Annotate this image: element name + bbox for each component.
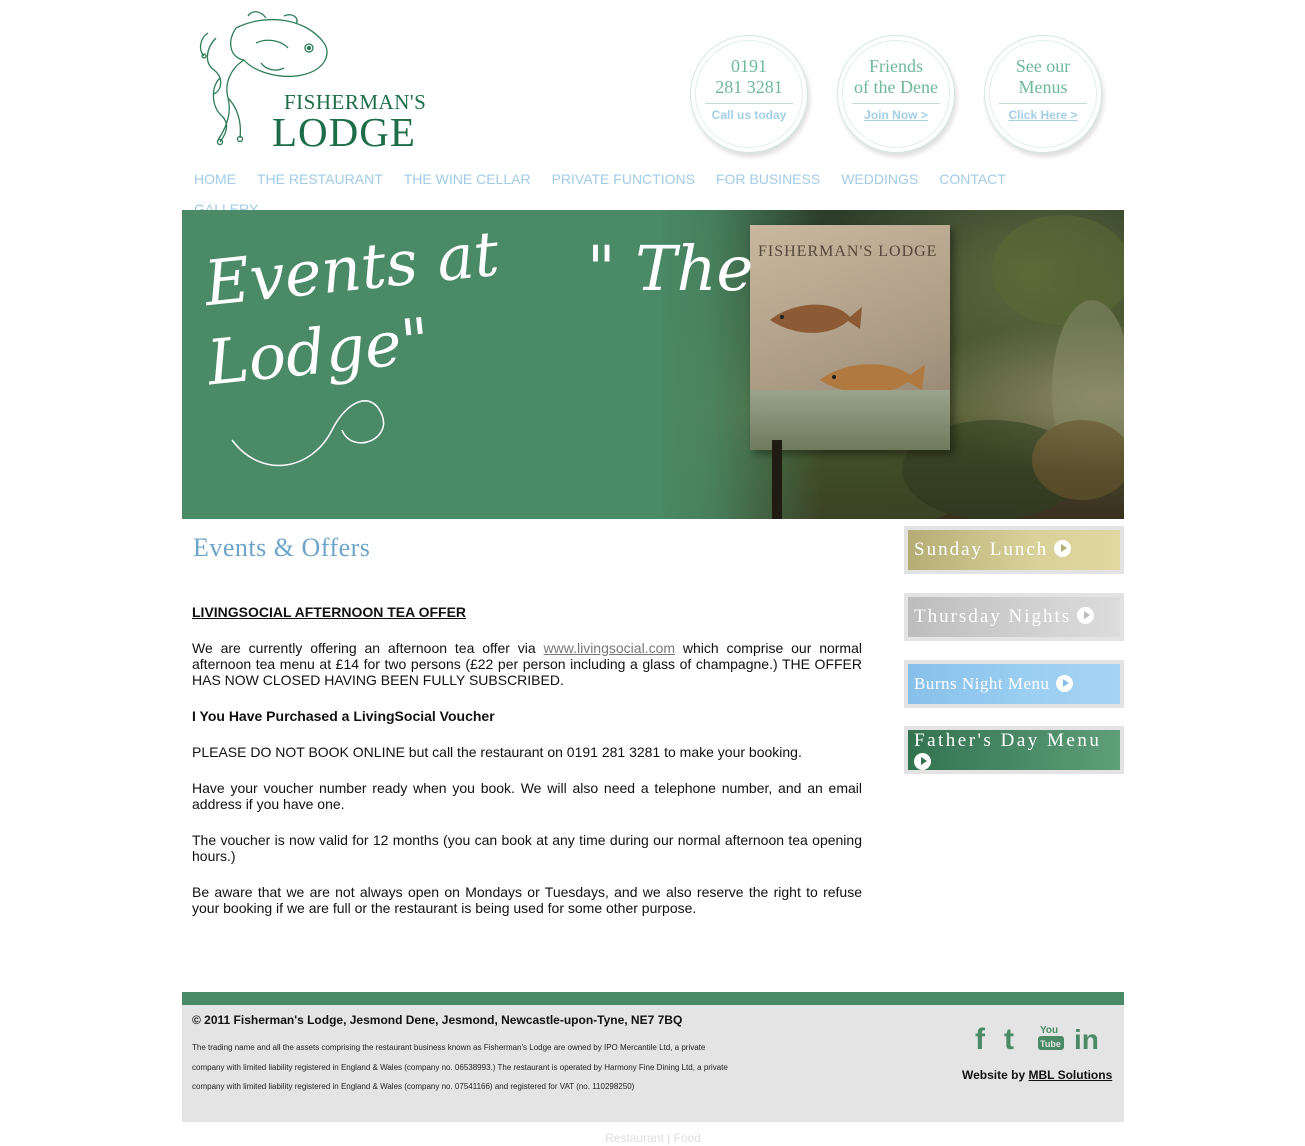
- sign-post: [772, 440, 782, 519]
- burns-night-label: Burns Night Menu: [914, 674, 1050, 693]
- arrow-right-icon: [914, 753, 931, 771]
- svg-text:f: f: [975, 1023, 986, 1053]
- copyright: © 2011 Fisherman's Lodge, Jesmond Dene, …: [192, 1013, 683, 1027]
- validity-paragraph: The voucher is now valid for 12 months (…: [192, 832, 862, 864]
- call-us-link[interactable]: Call us today: [691, 108, 807, 122]
- fathers-day-inner: Father's Day Menu: [908, 730, 1120, 771]
- arrow-right-icon: [1054, 540, 1072, 558]
- legal-line-2: company with limited liability registere…: [192, 1062, 728, 1072]
- offer-title: LIVINGSOCIAL AFTERNOON TEA OFFER: [192, 604, 467, 620]
- page-wrapper: FISHERMAN'S LODGE 0191 281 3281 Call us …: [182, 0, 1124, 1146]
- script-flourish: [231, 400, 385, 467]
- nav-private-functions[interactable]: PRIVATE FUNCTIONS: [552, 170, 695, 200]
- thursday-nights-label: Thursday Nights: [914, 606, 1072, 627]
- phone-number: 0191 281 3281: [691, 56, 807, 98]
- menus-line-2: Menus: [1018, 77, 1068, 97]
- arrow-right-icon: [1055, 674, 1073, 692]
- credit-prefix: Website by: [962, 1068, 1029, 1082]
- nav-weddings[interactable]: WEDDINGS: [841, 170, 918, 200]
- burns-night-button[interactable]: Burns Night Menu: [904, 660, 1124, 708]
- voucher-subtitle: I You Have Purchased a LivingSocial Vouc…: [192, 708, 495, 724]
- nav-the-restaurant[interactable]: THE RESTAURANT: [257, 170, 383, 200]
- svg-text:You: You: [1040, 1025, 1058, 1036]
- facebook-icon[interactable]: f: [972, 1023, 992, 1058]
- linkedin-icon[interactable]: in: [1074, 1023, 1104, 1058]
- nav-home[interactable]: HOME: [194, 170, 236, 200]
- logo-text-bottom: LODGE: [272, 109, 416, 155]
- footer: © 2011 Fisherman's Lodge, Jesmond Dene, …: [182, 1005, 1124, 1122]
- offer-text-start: We are currently offering an afternoon t…: [192, 640, 544, 656]
- livingsocial-link[interactable]: www.livingsocial.com: [544, 640, 675, 656]
- youtube-icon[interactable]: You Tube: [1038, 1023, 1066, 1058]
- menus-title: See our Menus: [985, 56, 1101, 98]
- offer-paragraph: We are currently offering an afternoon t…: [192, 640, 862, 688]
- call-us-circle[interactable]: 0191 281 3281 Call us today: [690, 35, 808, 153]
- svg-text:in: in: [1074, 1024, 1099, 1053]
- main-nav: HOME THE RESTAURANT THE WINE CELLAR PRIVATE…: [194, 170, 1074, 210]
- circle-divider: [999, 103, 1087, 104]
- friends-line-1: Friends: [869, 56, 923, 76]
- banner-script-events: Events at: [200, 216, 503, 321]
- mbl-solutions-link[interactable]: MBL Solutions: [1028, 1068, 1112, 1082]
- arrow-right-icon: [1077, 607, 1095, 625]
- circle-divider: [852, 103, 940, 104]
- phone-line-1: 0191: [731, 56, 767, 76]
- booking-paragraph: PLEASE DO NOT BOOK ONLINE but call the r…: [192, 744, 802, 760]
- click-here-link[interactable]: Click Here >: [985, 108, 1101, 122]
- menus-circle[interactable]: See our Menus Click Here >: [984, 35, 1102, 153]
- sunday-lunch-label: Sunday Lunch: [914, 539, 1049, 560]
- sunday-lunch-inner: Sunday Lunch: [908, 530, 1120, 570]
- phone-line-2: 281 3281: [715, 77, 783, 97]
- page-title: Events & Offers: [193, 533, 371, 562]
- legal-line-1: The trading name and all the assets comp…: [192, 1043, 706, 1052]
- legal-text: The trading name and all the assets comp…: [192, 1038, 792, 1097]
- legal-line-3: company with limited liability registere…: [192, 1082, 635, 1091]
- website-credit: Website by MBL Solutions: [962, 1068, 1112, 1082]
- svg-text:Tube: Tube: [1040, 1039, 1061, 1049]
- twitter-icon[interactable]: t: [1002, 1023, 1030, 1058]
- friends-circle[interactable]: Friends of the Dene Join Now >: [837, 35, 955, 153]
- lodge-sign: FISHERMAN'S LODGE: [750, 225, 950, 450]
- opening-paragraph: Be aware that we are not always open on …: [192, 884, 862, 916]
- footer-bar: [182, 992, 1124, 1005]
- burns-night-inner: Burns Night Menu: [908, 664, 1120, 704]
- fathers-day-label: Father's Day Menu: [914, 730, 1102, 751]
- banner-script-quote: " The: [587, 232, 754, 305]
- main-content: LIVINGSOCIAL AFTERNOON TEA OFFER We are …: [192, 604, 862, 936]
- friends-title: Friends of the Dene: [838, 56, 954, 98]
- circle-divider: [705, 103, 793, 104]
- thursday-nights-button[interactable]: Thursday Nights: [904, 593, 1124, 641]
- menus-line-1: See our: [1015, 56, 1071, 76]
- nav-the-wine-cellar[interactable]: THE WINE CELLAR: [404, 170, 531, 200]
- friends-line-2: of the Dene: [854, 77, 938, 97]
- nav-for-business[interactable]: FOR BUSINESS: [716, 170, 820, 200]
- voucher-number-paragraph: Have your voucher number ready when you …: [192, 780, 862, 812]
- svg-text:t: t: [1004, 1023, 1014, 1053]
- join-now-link[interactable]: Join Now >: [838, 108, 954, 122]
- thursday-nights-inner: Thursday Nights: [908, 597, 1120, 637]
- footer-tags: Restaurant | Food: [605, 1131, 701, 1145]
- fathers-day-button[interactable]: Father's Day Menu: [904, 726, 1124, 774]
- nav-contact[interactable]: CONTACT: [939, 170, 1006, 200]
- site-logo[interactable]: FISHERMAN'S LODGE: [196, 8, 446, 155]
- sunday-lunch-button[interactable]: Sunday Lunch: [904, 526, 1124, 574]
- hero-banner: FISHERMAN'S LODGE Events at " The Lodge": [182, 210, 1124, 519]
- nav-gallery[interactable]: GALLERY: [194, 200, 258, 210]
